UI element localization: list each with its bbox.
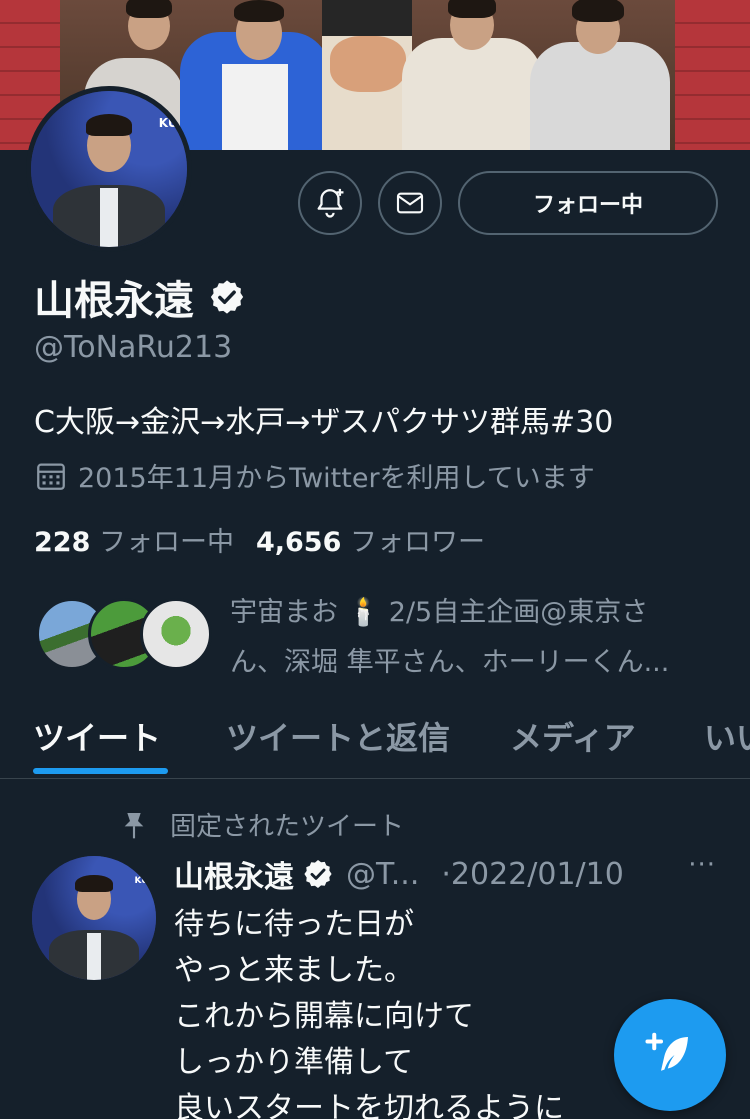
pinned-indicator: 固定されたツイート <box>118 806 404 843</box>
tweet-line: 待ちに待った日が <box>174 907 414 942</box>
tweet-more-icon[interactable]: ··· <box>688 850 716 880</box>
banner-nutcracker-hat <box>322 0 412 36</box>
tab-tweets[interactable]: ツイート <box>33 713 161 759</box>
banner-person-4 <box>530 42 670 150</box>
known-followers-line-1: 宇宙まお 🕯️ 2/5自主企画@東京さ <box>230 597 649 628</box>
banner-hair-4 <box>572 0 624 22</box>
banner-hair-2 <box>234 0 284 22</box>
joined-text: 2015年11月からTwitterを利用しています <box>78 463 595 494</box>
pinned-label: 固定されたツイート <box>170 812 405 842</box>
profile-handle: @ToNaRu213 <box>34 330 233 365</box>
tweet-line: しっかり準備して <box>174 1045 414 1080</box>
known-followers-line-2: ん、深堀 隼平さん、ホーリーくん... <box>230 647 670 678</box>
known-followers-text[interactable]: 宇宙まお 🕯️ 2/5自主企画@東京さ ん、深堀 隼平さん、ホーリーくん... <box>230 588 730 688</box>
tweet-date[interactable]: ·2022/01/10 <box>441 857 623 892</box>
followers-label: フォロワー <box>349 527 485 558</box>
tweet-avatar[interactable]: KU <box>32 856 156 980</box>
tweet-line: やっと来ました。 <box>174 953 414 988</box>
tweet-author-handle: @T... <box>346 856 420 892</box>
verified-badge-icon <box>210 280 244 314</box>
known-followers-avatars[interactable] <box>36 598 216 673</box>
compose-tweet-button[interactable] <box>614 999 726 1111</box>
mail-icon <box>396 192 424 214</box>
tab-media[interactable]: メディア <box>510 713 636 759</box>
banner-nutcracker-face <box>330 36 406 92</box>
profile-joined: 2015年11月からTwitterを利用しています <box>34 456 595 495</box>
feather-plus-icon <box>645 1032 688 1071</box>
following-button[interactable]: フォロー中 <box>458 171 718 235</box>
tweet-text: 待ちに待った日が やっと来ました。 これから開幕に向けて しっかり準備して 良い… <box>174 902 614 1119</box>
following-count: 228 <box>34 527 91 558</box>
message-button[interactable] <box>378 171 442 235</box>
calendar-icon <box>37 463 65 490</box>
known-follower-avatar-3 <box>140 598 212 670</box>
verified-badge-icon <box>304 860 332 888</box>
followers-stat[interactable]: 4,656 フォロワー <box>256 520 485 559</box>
tweet-header: 山根永遠 @T... ·2022/01/10 ··· <box>174 850 724 896</box>
tweet-avatar-shirt <box>86 932 102 980</box>
banner-hair-3 <box>448 0 496 18</box>
bell-plus-icon <box>317 188 344 218</box>
banner-person-3 <box>402 38 542 150</box>
profile-name: 山根永遠 <box>34 278 194 324</box>
tweet-line: 良いスタートを切れるように <box>174 1091 564 1119</box>
pin-icon <box>124 812 144 838</box>
avatar-shirt <box>99 187 119 247</box>
profile-name-row: 山根永遠 <box>34 268 246 326</box>
followers-count: 4,656 <box>255 527 342 558</box>
banner-shirt-2 <box>222 64 288 150</box>
tweet-line: これから開幕に向けて <box>174 999 474 1034</box>
banner-hair-1 <box>126 0 172 18</box>
avatar-logo-text: KU <box>158 115 178 130</box>
notify-button[interactable] <box>298 171 362 235</box>
profile-stats: 228 フォロー中 4,656 フォロワー <box>34 520 485 559</box>
profile-bio: C大阪→金沢→水戸→ザスパクサツ群馬#30 <box>34 405 614 440</box>
following-stat[interactable]: 228 フォロー中 <box>34 520 234 559</box>
avatar-hair <box>85 114 133 137</box>
tab-likes[interactable]: いい <box>704 713 750 759</box>
tweet-avatar-logo-text: KU <box>134 875 149 886</box>
following-label: フォロー中 <box>98 527 234 558</box>
profile-avatar[interactable]: KU <box>26 86 192 252</box>
tab-tweets-replies[interactable]: ツイートと返信 <box>226 713 450 759</box>
banner-wall-right <box>675 0 750 150</box>
tweet-author-name[interactable]: 山根永遠 <box>174 852 294 896</box>
tweet-avatar-hair <box>75 874 113 892</box>
active-tab-indicator <box>33 768 168 774</box>
